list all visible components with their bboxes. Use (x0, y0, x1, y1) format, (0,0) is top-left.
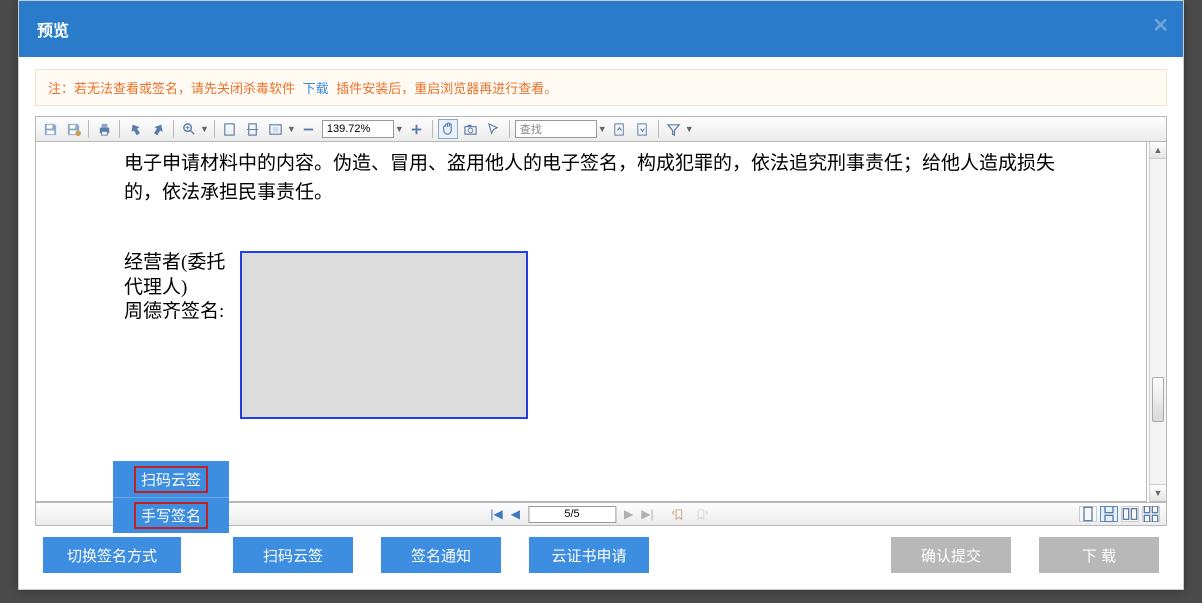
scroll-down-icon[interactable]: ▼ (1150, 484, 1166, 501)
page-navigation: |◀ ◀ ▶ ▶| (490, 504, 711, 524)
find-next-icon[interactable] (633, 119, 653, 139)
download-button: 下 载 (1039, 537, 1159, 573)
page-input[interactable] (528, 506, 616, 523)
zoom-dropdown-icon[interactable]: ▼ (200, 124, 209, 134)
confirm-submit-button: 确认提交 (891, 537, 1011, 573)
find-dropdown-icon[interactable]: ▼ (598, 124, 607, 134)
prev-page-icon[interactable]: ◀ (511, 507, 520, 521)
zoom-value-dropdown-icon[interactable]: ▼ (395, 124, 404, 134)
bookmark-forward-icon[interactable] (692, 504, 712, 524)
toolbar-separator (88, 120, 89, 138)
facing-continuous-view-icon[interactable] (1142, 506, 1160, 522)
last-page-icon[interactable]: ▶| (641, 507, 653, 521)
snapshot-icon[interactable] (461, 119, 481, 139)
switch-sign-method-button[interactable]: 切换签名方式 (43, 537, 181, 573)
titlebar: 预览 ✕ (19, 1, 1183, 57)
save-as-icon[interactable] (63, 119, 83, 139)
hand-tool-icon[interactable] (438, 119, 458, 139)
continuous-view-icon[interactable] (1100, 506, 1118, 522)
pdf-toolbar: ▼ ▼ ▼ ▼ ▼ (35, 116, 1167, 142)
bottom-button-bar: 切换签名方式 扫码云签 签名通知 云证书申请 确认提交 下 载 (19, 537, 1183, 573)
zoom-plus-icon[interactable] (407, 119, 427, 139)
vertical-scrollbar[interactable]: ▲ ▼ (1149, 142, 1167, 502)
doc-line-2: 电子申请材料中的内容。伪造、冒用、盗用他人的电子签名，构成犯罪的，依法追究刑事责… (124, 153, 1055, 203)
document-viewer[interactable]: 电子申请材料中的内容。伪造、冒用、盗用他人的电子签名，构成犯罪的，依法追究刑事责… (35, 142, 1147, 502)
view-mode-icons (1079, 506, 1160, 522)
select-tool-icon[interactable] (484, 119, 504, 139)
scroll-thumb[interactable] (1152, 377, 1164, 422)
rotate-right-icon[interactable] (148, 119, 168, 139)
next-page-icon[interactable]: ▶ (624, 507, 633, 521)
toolbar-separator (432, 120, 433, 138)
modal-title: 预览 (37, 17, 69, 41)
preview-modal: 预览 ✕ 注：若无法查看或签名，请先关闭杀毒软件 下载 插件安装后，重启浏览器再… (18, 0, 1184, 590)
warning-suffix: 插件安装后，重启浏览器再进行查看。 (336, 81, 557, 96)
close-icon[interactable]: ✕ (1152, 13, 1169, 38)
toolbar-separator (173, 120, 174, 138)
warning-prefix: 注：若无法查看或签名，请先关闭杀毒软件 (48, 81, 295, 96)
popup-scan-sign[interactable]: 扫码云签 (113, 461, 229, 497)
single-page-view-icon[interactable] (1079, 506, 1097, 522)
zoom-out-icon[interactable] (299, 119, 319, 139)
document-body: 电子申请材料中的内容。伪造、冒用、盗用他人的电子签名，构成犯罪的，依法追究刑事责… (124, 150, 1066, 207)
scan-sign-button[interactable]: 扫码云签 (233, 537, 353, 573)
fit-page-icon[interactable] (243, 119, 263, 139)
signature-label: 经营者(委托 代理人) 周德齐签名: (124, 251, 240, 419)
signature-box[interactable] (240, 251, 528, 419)
find-input[interactable] (515, 120, 597, 138)
find-prev-icon[interactable] (610, 119, 630, 139)
signature-row: 经营者(委托 代理人) 周德齐签名: (124, 251, 1066, 419)
bookmark-back-icon[interactable] (668, 504, 688, 524)
viewer-wrapper: 电子申请材料中的内容。伪造、冒用、盗用他人的电子签名，构成犯罪的，依法追究刑事责… (35, 142, 1167, 502)
facing-view-icon[interactable] (1121, 506, 1139, 522)
fit-width-icon[interactable] (266, 119, 286, 139)
zoom-in-icon[interactable] (179, 119, 199, 139)
filter-icon[interactable] (664, 119, 684, 139)
popup-handwrite-sign[interactable]: 手写签名 (113, 497, 229, 533)
download-plugin-link[interactable]: 下载 (303, 81, 329, 96)
rotate-left-icon[interactable] (125, 119, 145, 139)
scroll-track[interactable] (1150, 159, 1166, 484)
scroll-up-icon[interactable]: ▲ (1150, 142, 1166, 159)
warning-bar: 注：若无法查看或签名，请先关闭杀毒软件 下载 插件安装后，重启浏览器再进行查看。 (35, 69, 1167, 106)
filter-dropdown-icon[interactable]: ▼ (685, 124, 694, 134)
toolbar-separator (509, 120, 510, 138)
sign-notice-button[interactable]: 签名通知 (381, 537, 501, 573)
print-icon[interactable] (94, 119, 114, 139)
zoom-input[interactable] (322, 120, 394, 138)
save-icon[interactable] (40, 119, 60, 139)
fit-dropdown-icon[interactable]: ▼ (287, 124, 296, 134)
toolbar-separator (119, 120, 120, 138)
toolbar-separator (658, 120, 659, 138)
first-page-icon[interactable]: |◀ (490, 507, 502, 521)
fit-actual-icon[interactable] (220, 119, 240, 139)
cloud-cert-button[interactable]: 云证书申请 (529, 537, 649, 573)
toolbar-separator (214, 120, 215, 138)
sign-method-popup: 扫码云签 手写签名 (113, 461, 229, 533)
